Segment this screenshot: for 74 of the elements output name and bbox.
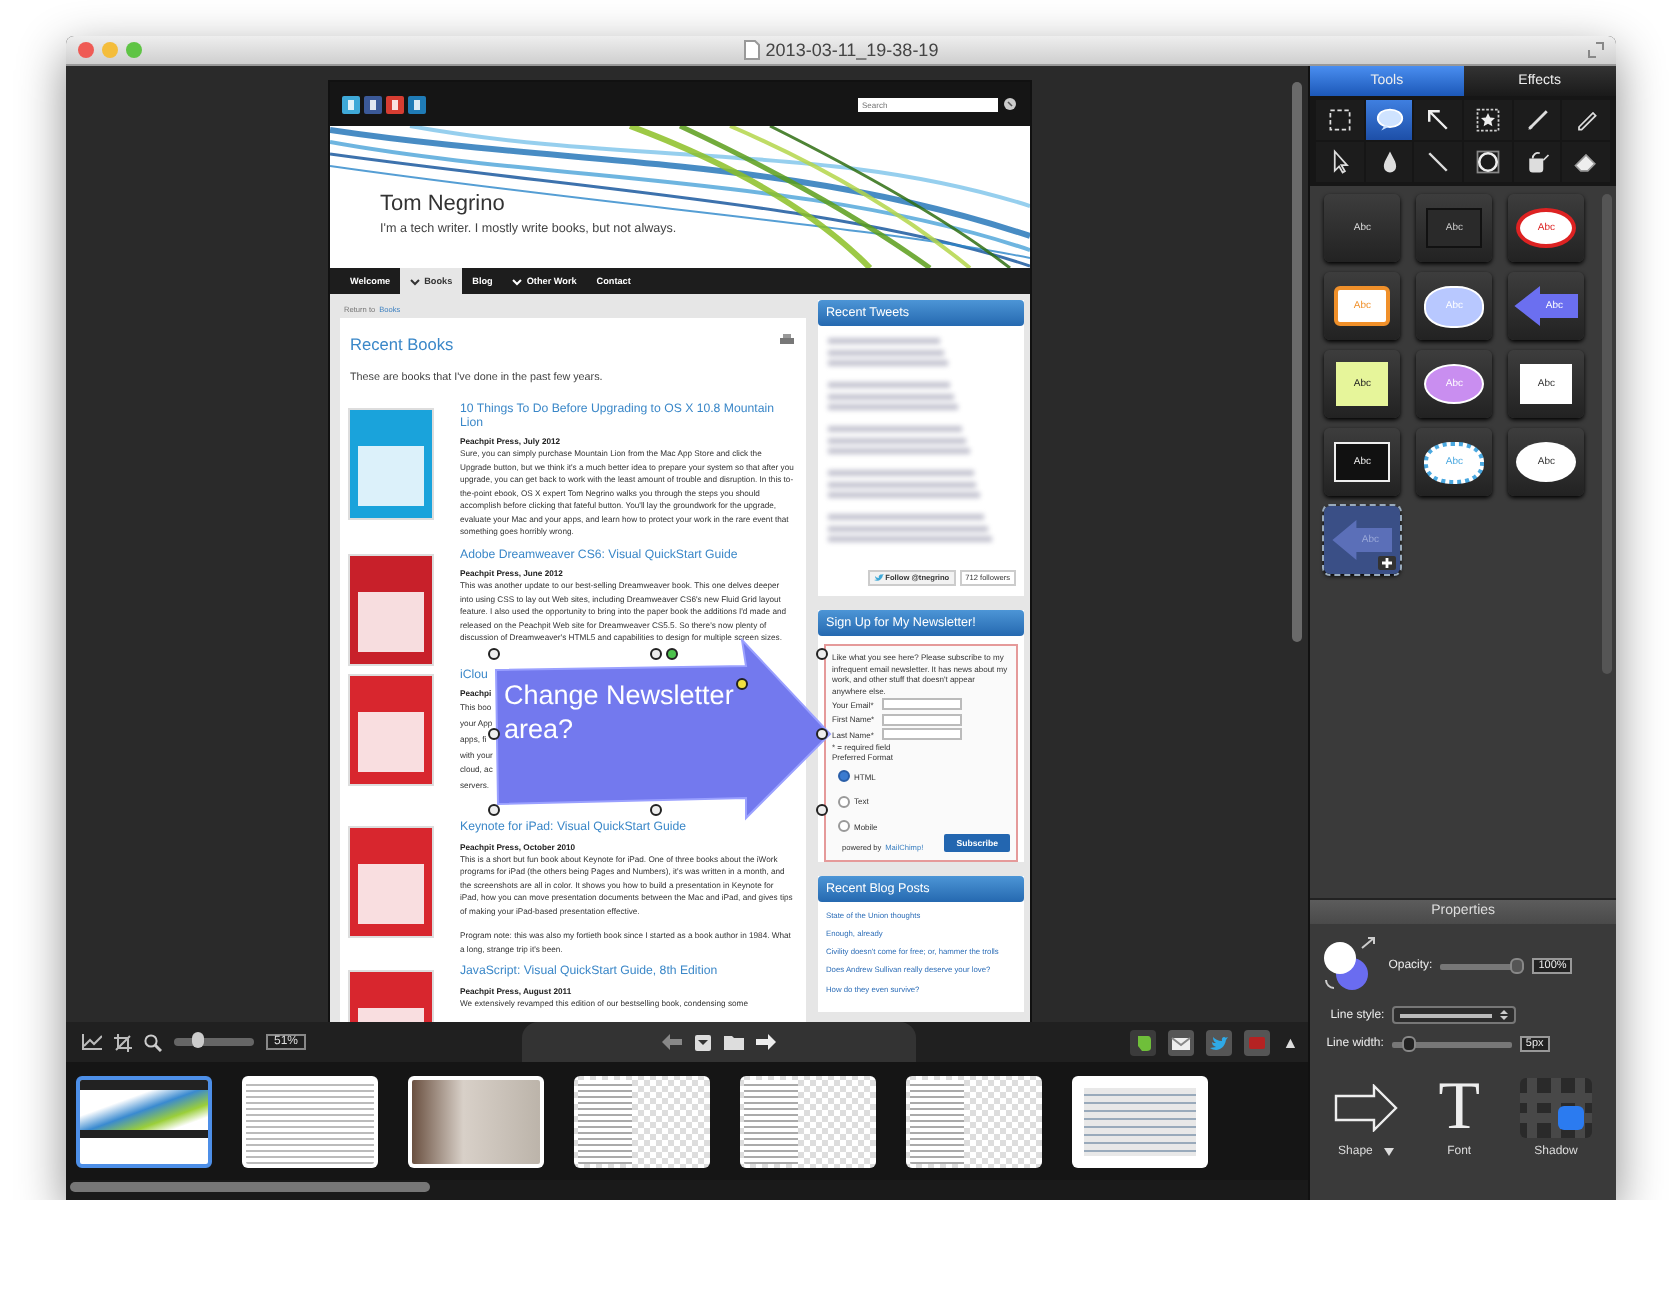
line-style-dropdown[interactable] bbox=[1392, 1006, 1517, 1024]
pen-icon bbox=[1523, 106, 1552, 134]
bird-icon[interactable] bbox=[1206, 1029, 1233, 1056]
social-icon[interactable] bbox=[364, 95, 382, 113]
page-heading: Recent Books bbox=[350, 334, 454, 354]
property-slider[interactable] bbox=[1391, 1041, 1512, 1047]
line-icon bbox=[1424, 148, 1453, 176]
radio-button[interactable] bbox=[838, 770, 850, 783]
collapse-toggle[interactable]: ▲ bbox=[1282, 1033, 1299, 1052]
input-field[interactable] bbox=[882, 728, 962, 741]
star-stamp-icon bbox=[1473, 106, 1502, 134]
shadow-grid-icon bbox=[1519, 1078, 1592, 1138]
window-title: 2013-03-11_19-38-19 bbox=[765, 40, 939, 60]
social-icon[interactable] bbox=[408, 95, 426, 113]
left-arrow-icon[interactable] bbox=[661, 1034, 682, 1051]
property-slider[interactable] bbox=[1440, 963, 1525, 969]
eraser-icon bbox=[1572, 148, 1601, 176]
screenshot-thumbnail[interactable] bbox=[408, 1075, 544, 1168]
tool-button[interactable] bbox=[1316, 100, 1364, 140]
speech-bubble-icon bbox=[1375, 106, 1404, 134]
arrow-shape-icon bbox=[1334, 1084, 1399, 1132]
radio-button[interactable] bbox=[838, 795, 850, 808]
screenshot-thumbnail[interactable] bbox=[574, 1075, 710, 1168]
font-glyph: T bbox=[1438, 1076, 1480, 1140]
bird-icon bbox=[873, 574, 884, 582]
social-icon[interactable] bbox=[386, 95, 404, 113]
envelope-icon[interactable] bbox=[1168, 1029, 1195, 1056]
fullscreen-icon[interactable] bbox=[1588, 42, 1604, 58]
slider-thumb[interactable] bbox=[1510, 957, 1525, 973]
screenshot-thumbnail[interactable] bbox=[242, 1075, 378, 1168]
tray-icon[interactable] bbox=[693, 1033, 712, 1052]
arrow-icon bbox=[1424, 106, 1453, 134]
scrollbar-thumb[interactable] bbox=[70, 1182, 430, 1193]
ring-icon bbox=[1473, 148, 1502, 176]
radio-button[interactable] bbox=[838, 820, 850, 833]
zoom-slider[interactable] bbox=[174, 1038, 254, 1047]
search-icon[interactable] bbox=[1004, 98, 1016, 110]
bucket-icon bbox=[1523, 148, 1552, 176]
crop-icon[interactable] bbox=[114, 1033, 132, 1052]
tool-button[interactable] bbox=[1414, 142, 1463, 182]
scrollbar-thumb[interactable] bbox=[1602, 194, 1612, 674]
tool-button[interactable] bbox=[1464, 142, 1512, 182]
tool-button[interactable] bbox=[1562, 142, 1610, 182]
screenshot-thumbnail[interactable] bbox=[906, 1075, 1042, 1168]
stepper-arrows-icon bbox=[1500, 1008, 1509, 1022]
caret-icon[interactable] bbox=[1384, 1148, 1395, 1156]
tool-button[interactable] bbox=[1365, 142, 1413, 182]
input-field[interactable] bbox=[882, 713, 962, 726]
tool-button[interactable] bbox=[1513, 142, 1561, 182]
social-icon[interactable] bbox=[342, 95, 360, 113]
tool-button[interactable] bbox=[1464, 100, 1512, 140]
tool-button[interactable] bbox=[1414, 100, 1463, 140]
highlighter-icon bbox=[1572, 106, 1601, 134]
tool-button[interactable] bbox=[1562, 100, 1610, 140]
screenshot-thumbnail[interactable] bbox=[1072, 1075, 1208, 1168]
screenshot-thumbnail[interactable] bbox=[76, 1075, 212, 1168]
slider-thumb[interactable] bbox=[1401, 1035, 1416, 1051]
video-icon[interactable] bbox=[1244, 1029, 1271, 1056]
tool-button[interactable] bbox=[1513, 100, 1561, 140]
close-button[interactable] bbox=[78, 42, 94, 58]
screenshot-thumbnail[interactable] bbox=[740, 1075, 876, 1168]
site-title: Tom Negrino bbox=[380, 192, 507, 218]
right-arrow-icon[interactable] bbox=[755, 1034, 776, 1051]
plus-icon bbox=[1378, 556, 1397, 570]
folder-icon[interactable] bbox=[723, 1034, 744, 1051]
input-field[interactable] bbox=[882, 698, 962, 711]
chart-icon[interactable] bbox=[82, 1034, 102, 1051]
scrollbar-thumb[interactable] bbox=[1292, 82, 1303, 642]
magnifier-icon[interactable] bbox=[144, 1033, 162, 1052]
tool-button[interactable] bbox=[1316, 142, 1364, 182]
tool-button[interactable] bbox=[1365, 100, 1413, 140]
printer-icon[interactable] bbox=[780, 334, 794, 346]
dashed-rectangle-icon bbox=[1326, 106, 1355, 134]
slider-thumb[interactable] bbox=[192, 1032, 204, 1049]
